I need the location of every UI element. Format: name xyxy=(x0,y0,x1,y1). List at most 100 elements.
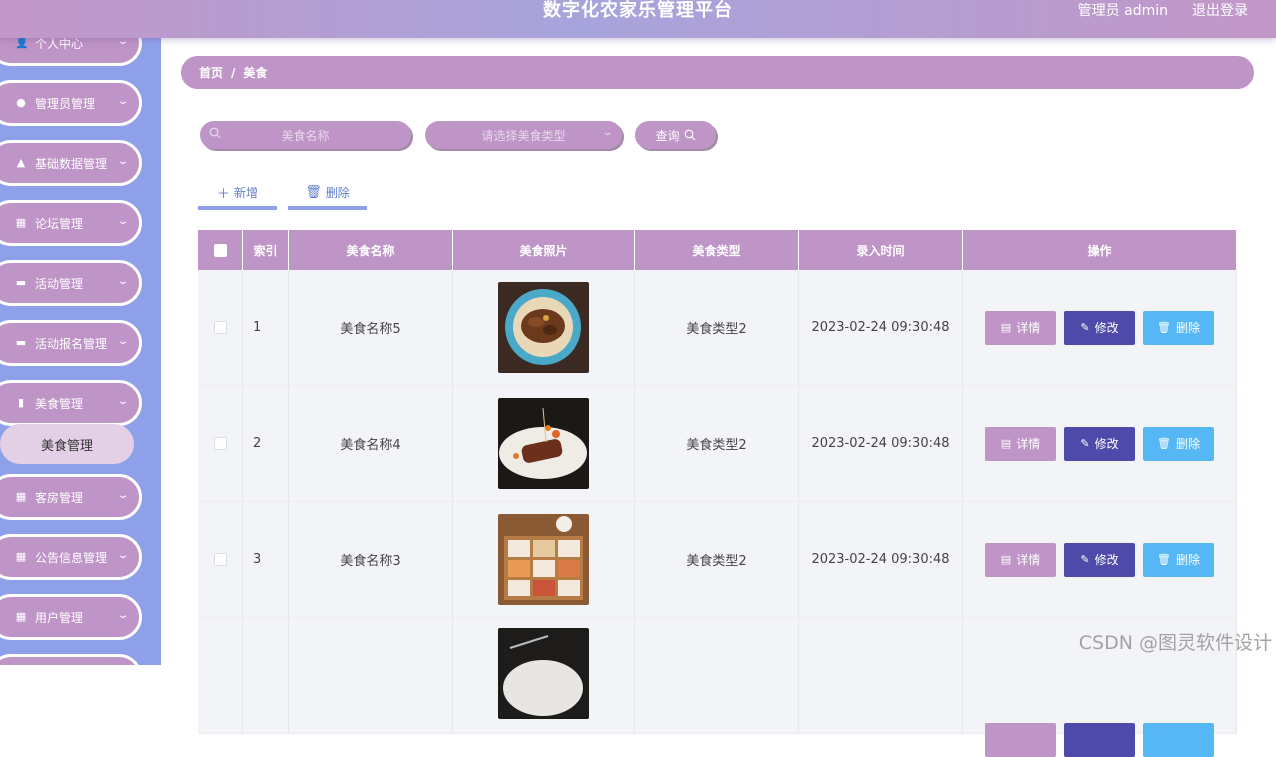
detail-label: 详情 xyxy=(1016,553,1041,567)
select-placeholder: 请选择美食类型 xyxy=(481,128,566,143)
edit-button[interactable]: ✎ 修改 xyxy=(1064,542,1135,577)
edit-button[interactable]: ✎ 修改 xyxy=(1064,426,1135,461)
chevron-down-icon: ⌄ xyxy=(116,276,130,287)
table-row: 3 美食名称3 美食类型2 2023-02-24 09:30:48 ▤ 详情 ✎ xyxy=(198,502,1237,618)
sidebar-item-label: 客房管理 xyxy=(35,490,84,505)
row-index xyxy=(243,618,289,733)
chevron-down-icon: ⌄ xyxy=(116,216,130,227)
chevron-down-icon: ⌄ xyxy=(116,396,130,407)
delete-button[interactable]: 🗑 删除 xyxy=(1143,426,1214,461)
sidebar-item-label: 活动管理 xyxy=(35,276,84,291)
header-image: 美食照片 xyxy=(453,230,635,270)
edit-label: 修改 xyxy=(1094,321,1119,335)
sidebar-item-label: 活动报名管理 xyxy=(35,336,108,351)
sidebar-subitem-food-manage[interactable]: 美食管理 xyxy=(0,424,134,464)
row-actions: ▤ 详情 ✎ 修改 🗑 删除 xyxy=(963,502,1237,617)
delete-button[interactable]: 🗑 删除 xyxy=(1143,310,1214,345)
query-button[interactable]: 查询 xyxy=(635,121,716,149)
sidebar-item-label: 美食管理 xyxy=(35,396,84,411)
sidebar: 👤 个人中心 ⌄ ● 管理员管理 ⌄ ▲ 基础数据管理 ⌄ ▦ 论坛管理 ⌄ ▬… xyxy=(0,0,161,665)
row-checkbox-cell xyxy=(198,502,243,617)
grid-icon: ▦ xyxy=(15,216,27,229)
batch-delete-button[interactable]: 🗑 删除 xyxy=(288,178,367,210)
detail-label: 详情 xyxy=(1016,437,1041,451)
row-image-cell xyxy=(453,618,635,733)
edit-button[interactable] xyxy=(1064,723,1135,757)
sidebar-item-activity-signup[interactable]: ▬ 活动报名管理 ⌄ xyxy=(0,320,142,366)
row-name: 美食名称3 xyxy=(289,502,453,617)
delete-label: 删除 xyxy=(325,185,350,200)
row-time: 2023-02-24 09:30:48 xyxy=(799,386,963,501)
food-photo xyxy=(498,514,589,605)
row-name: 美食名称5 xyxy=(289,270,453,385)
select-all-checkbox[interactable] xyxy=(213,243,227,257)
sidebar-item-base-data[interactable]: ▲ 基础数据管理 ⌄ xyxy=(0,140,142,186)
sidebar-item-users[interactable]: ▦ 用户管理 ⌄ xyxy=(0,594,142,640)
sidebar-item-forum[interactable]: ▦ 论坛管理 ⌄ xyxy=(0,200,142,246)
row-checkbox-cell xyxy=(198,270,243,385)
food-photo xyxy=(498,282,589,373)
row-actions: ▤ 详情 ✎ 修改 🗑 删除 xyxy=(963,386,1237,501)
logout-link[interactable]: 退出登录 xyxy=(1192,0,1248,20)
query-label: 查询 xyxy=(655,128,680,143)
top-bar: 数字化农家乐管理平台 管理员 admin 退出登录 xyxy=(0,0,1276,38)
chevron-down-icon: ⌄ xyxy=(116,336,130,347)
pin-icon: ● xyxy=(16,96,26,109)
sidebar-item-admin[interactable]: ● 管理员管理 ⌄ xyxy=(0,80,142,126)
delete-button[interactable] xyxy=(1143,723,1214,757)
row-checkbox[interactable] xyxy=(213,437,227,450)
sidebar-item-notices[interactable]: ▦ 公告信息管理 ⌄ xyxy=(0,534,142,580)
row-name: 美食名称4 xyxy=(289,386,453,501)
sidebar-item-label: 管理员管理 xyxy=(35,96,96,111)
document-icon: ▤ xyxy=(1000,437,1012,450)
grid-icon: ▦ xyxy=(15,550,27,563)
sidebar-item-label: 用户管理 xyxy=(35,610,84,625)
search-placeholder: 美食名称 xyxy=(281,128,330,143)
sidebar-item-activity[interactable]: ▬ 活动管理 ⌄ xyxy=(0,260,142,306)
sidebar-item-more[interactable] xyxy=(0,654,142,665)
pencil-icon: ✎ xyxy=(1080,437,1090,450)
food-type-select[interactable]: 请选择美食类型 ⌄ xyxy=(425,121,622,149)
add-button[interactable]: ＋ 新增 xyxy=(198,178,277,210)
delete-label: 删除 xyxy=(1175,553,1200,567)
header-time: 录入时间 xyxy=(799,230,963,270)
detail-button[interactable]: ▤ 详情 xyxy=(985,542,1056,577)
detail-button[interactable]: ▤ 详情 xyxy=(985,426,1056,461)
row-image-cell xyxy=(453,502,635,617)
grid-icon: ▦ xyxy=(15,610,27,623)
row-type: 美食类型2 xyxy=(635,270,799,385)
chevron-down-icon: ⌄ xyxy=(116,550,130,561)
row-checkbox[interactable] xyxy=(213,553,227,566)
detail-button[interactable] xyxy=(985,723,1056,757)
document-icon: ▤ xyxy=(1000,321,1012,334)
food-photo xyxy=(498,398,589,489)
chevron-down-icon: ⌄ xyxy=(116,96,130,107)
edit-button[interactable]: ✎ 修改 xyxy=(1064,310,1135,345)
chevron-down-icon: ⌄ xyxy=(116,490,130,501)
sidebar-item-label: 基础数据管理 xyxy=(35,156,108,171)
breadcrumb-separator: / xyxy=(231,65,236,80)
trash-icon: 🗑 xyxy=(1157,437,1171,450)
sidebar-item-label: 公告信息管理 xyxy=(35,550,108,565)
row-checkbox[interactable] xyxy=(213,321,227,334)
row-time: 2023-02-24 09:30:48 xyxy=(799,502,963,617)
food-name-search-input[interactable]: 美食名称 xyxy=(200,121,411,149)
plus-icon: ＋ xyxy=(216,186,230,202)
delete-label: 删除 xyxy=(1175,437,1200,451)
header-type: 美食类型 xyxy=(635,230,799,270)
row-index: 2 xyxy=(243,386,289,501)
breadcrumb-home[interactable]: 首页 xyxy=(199,64,223,81)
detail-button[interactable]: ▤ 详情 xyxy=(985,310,1056,345)
sidebar-item-rooms[interactable]: ▦ 客房管理 ⌄ xyxy=(0,474,142,520)
breadcrumb-current: 美食 xyxy=(243,66,268,80)
sidebar-item-food[interactable]: ▮ 美食管理 ⌄ xyxy=(0,380,142,426)
chevron-down-icon: ⌄ xyxy=(116,610,130,621)
watermark: CSDN @图灵软件设计 xyxy=(1078,632,1272,654)
chevron-down-icon: ⌄ xyxy=(116,156,130,167)
food-table: 索引 美食名称 美食照片 美食类型 录入时间 操作 1 美食名称5 美食类型2 … xyxy=(198,230,1237,757)
row-time: 2023-02-24 09:30:48 xyxy=(799,270,963,385)
grid-icon: ▦ xyxy=(15,490,27,503)
trash-icon: 🗑 xyxy=(1157,553,1171,566)
user-badge-icon: ▲ xyxy=(16,156,26,169)
delete-button[interactable]: 🗑 删除 xyxy=(1143,542,1214,577)
